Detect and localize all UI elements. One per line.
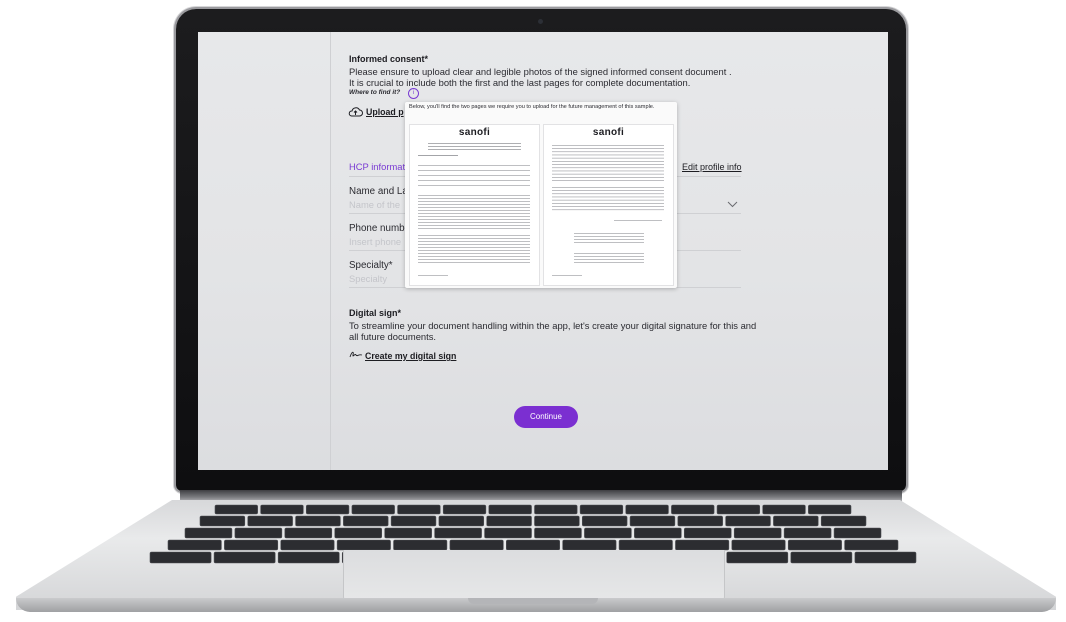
tooltip-text: Below, you'll find the two pages we requ… [409,104,655,110]
page-first-text-lines [418,143,530,276]
edit-profile-link[interactable]: Edit profile info [682,162,742,172]
signature-icon[interactable] [349,350,363,359]
name-input[interactable]: Name of the [349,199,400,210]
consent-page-last: sanofi [543,124,674,286]
page-last-text-lines [552,145,664,276]
info-icon[interactable]: i [408,88,419,99]
phone-field-label: Phone numbe [349,223,411,234]
create-digital-sign-link[interactable]: Create my digital sign [365,351,456,361]
informed-consent-line-1: Please ensure to upload clear and legibl… [349,66,732,77]
phone-input[interactable]: Insert phone [349,236,401,247]
upload-photos-link[interactable]: Upload p [366,107,404,117]
where-to-find-text: Where to find it? [349,89,401,96]
webcam [538,19,543,24]
sidebar-divider [330,32,331,470]
app-screen: Informed consent* Please ensure to uploa… [198,32,888,470]
where-to-find-tooltip: Below, you'll find the two pages we requ… [405,102,677,288]
chevron-down-icon[interactable] [727,200,738,211]
specialty-input[interactable]: Specialty [349,273,387,284]
continue-button[interactable]: Continue [514,406,578,428]
digital-sign-line-1: To streamline your document handling wit… [349,320,757,331]
informed-consent-title: Informed consent* [349,54,429,64]
informed-consent-line-2: It is crucial to include both the first … [349,77,691,88]
lid-opening-notch [468,598,598,604]
trackpad [343,550,725,601]
cloud-upload-icon[interactable] [348,106,363,118]
hcp-information-title: HCP informat [349,161,406,172]
digital-sign-title: Digital sign* [349,308,402,318]
digital-sign-line-2: all future documents. [349,331,437,342]
specialty-field-label: Specialty* [349,260,393,271]
consent-page-first: sanofi [409,124,540,286]
name-field-label: Name and La [349,186,408,197]
